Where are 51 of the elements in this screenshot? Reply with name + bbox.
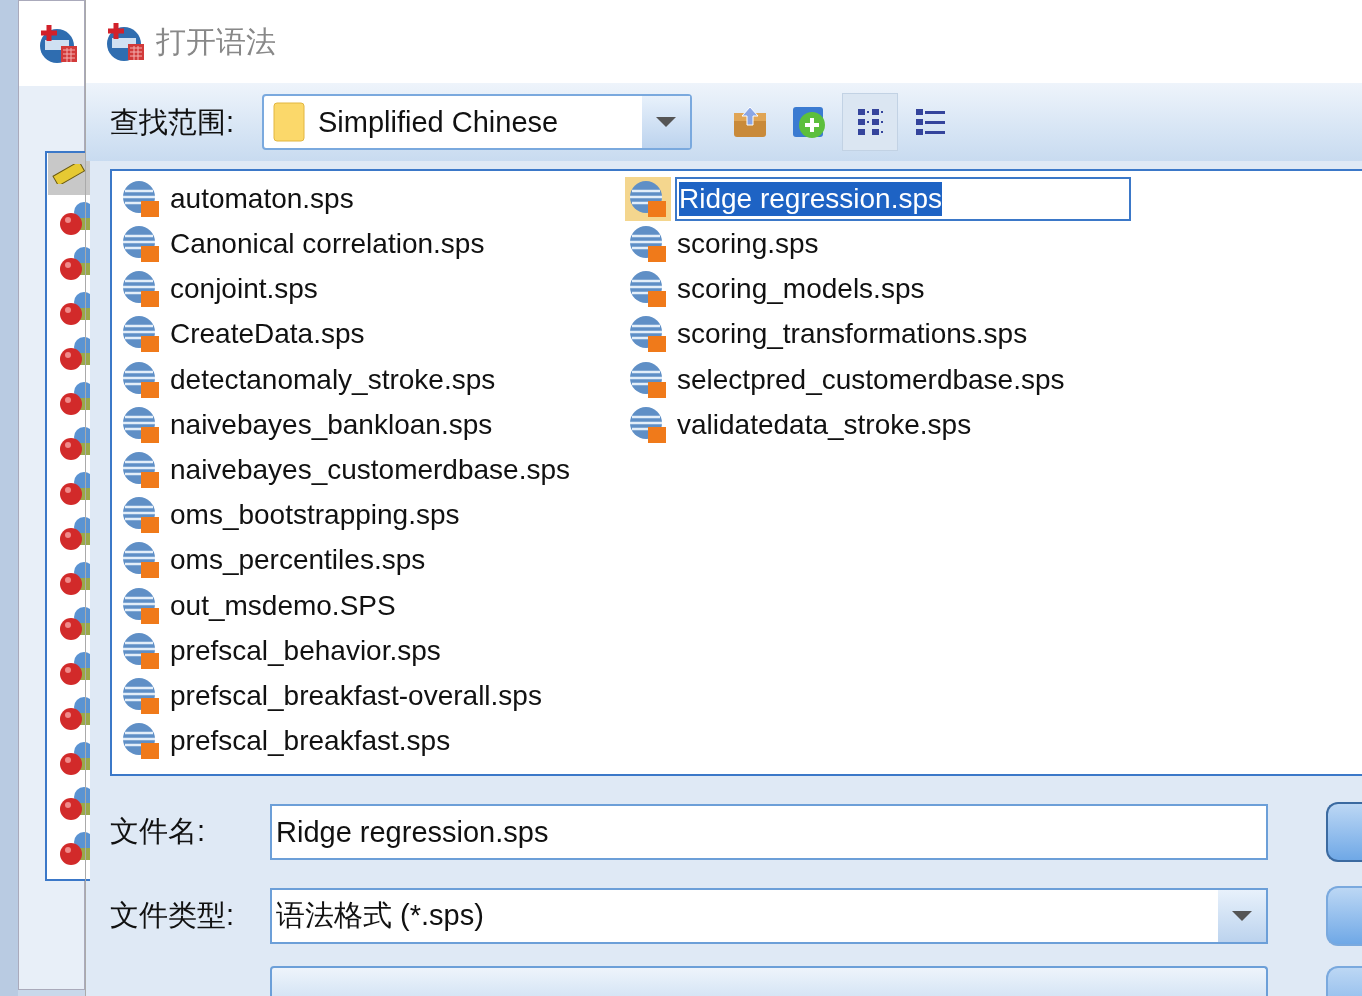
syntax-file-icon (121, 721, 161, 762)
file-name-label: 文件名: (110, 814, 207, 850)
file-item[interactable]: detectanomaly_stroke.sps (170, 358, 496, 401)
syntax-file-icon (121, 359, 161, 400)
syntax-file-icon (121, 585, 161, 626)
file-item[interactable]: CreateData.sps (170, 313, 365, 356)
file-item[interactable]: automaton.sps (170, 177, 354, 220)
file-item[interactable]: prefscal_breakfast.sps (170, 720, 451, 763)
file-item[interactable]: oms_percentiles.sps (170, 539, 426, 582)
toolbar-button[interactable] (842, 93, 898, 152)
caret-icon (656, 117, 676, 128)
syntax-file-icon (628, 359, 668, 400)
file-item[interactable]: scoring_transformations.sps (677, 313, 1028, 356)
syntax-file-icon (121, 449, 161, 490)
syntax-file-icon (121, 495, 161, 536)
caret-icon (1232, 911, 1252, 921)
file-type-dropdown[interactable]: 语法格式 (*.sps) (270, 888, 1268, 944)
dropdown-field[interactable] (270, 966, 1268, 996)
file-item[interactable]: scoring_models.sps (677, 268, 925, 311)
syntax-file-icon (121, 224, 161, 265)
file-item[interactable]: naivebayes_customerdbase.sps (170, 448, 570, 491)
syntax-file-icon (121, 404, 161, 445)
syntax-file-icon (628, 224, 668, 265)
syntax-file-icon (121, 269, 161, 310)
file-item[interactable]: selectpred_customerdbase.sps (677, 358, 1065, 401)
syntax-file-icon (121, 630, 161, 671)
folder-icon (272, 101, 306, 144)
syntax-file-icon (121, 314, 161, 355)
syntax-file-icon (121, 178, 161, 219)
file-item[interactable]: conjoint.sps (170, 268, 318, 311)
syntax-file-icon (628, 314, 668, 355)
file-type-label: 文件类型: (110, 898, 236, 934)
syntax-file-icon (121, 540, 161, 581)
dialog-button[interactable] (1326, 802, 1362, 862)
file-item[interactable]: prefscal_behavior.sps (170, 629, 441, 672)
look-in-label: 查找范围: (110, 104, 236, 140)
look-in-dropdown[interactable]: Simplified Chinese (262, 94, 692, 151)
syntax-file-icon (628, 178, 668, 219)
window-title: 打开语法 (156, 24, 276, 61)
file-item[interactable]: oms_bootstrapping.sps (170, 494, 460, 537)
file-item[interactable]: Ridge regression.sps (679, 181, 943, 216)
file-item[interactable]: prefscal_breakfast-overall.sps (170, 674, 542, 717)
syntax-file-icon (121, 675, 161, 716)
syntax-file-icon (628, 404, 668, 445)
file-item[interactable]: Canonical correlation.sps (170, 223, 485, 266)
file-item[interactable]: out_msdemo.SPS (170, 584, 396, 627)
syntax-file-icon (628, 269, 668, 310)
file-item[interactable]: validatedata_stroke.sps (677, 403, 972, 446)
file-name-field[interactable]: Ridge regression.sps (270, 804, 1268, 860)
file-item[interactable]: naivebayes_bankloan.sps (170, 403, 493, 446)
file-item[interactable]: scoring.sps (677, 223, 819, 266)
